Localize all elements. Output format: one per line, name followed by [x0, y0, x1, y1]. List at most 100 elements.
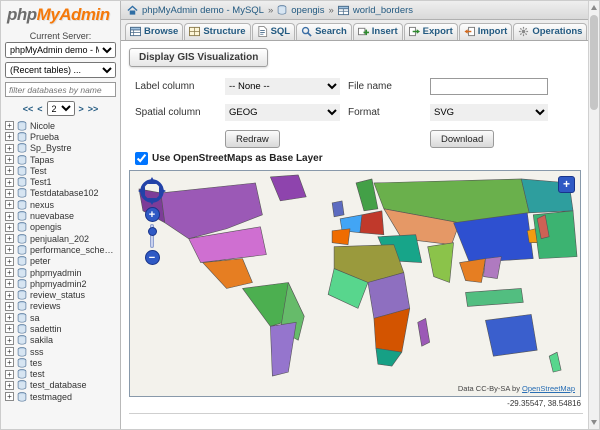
database-icon: [17, 324, 27, 334]
map-attribution: Data CC-By-SA by OpenStreetMap: [458, 384, 575, 393]
zoom-in-button[interactable]: +: [145, 207, 160, 222]
database-item[interactable]: + nuevabase: [5, 210, 116, 221]
database-item[interactable]: + Test: [5, 165, 116, 176]
expand-plus-icon[interactable]: +: [5, 313, 14, 322]
tab-operations[interactable]: Operations: [513, 23, 587, 40]
logo-text-myadmin: MyAdmin: [37, 5, 110, 24]
expand-plus-icon[interactable]: +: [5, 200, 14, 209]
database-item[interactable]: + Test1: [5, 176, 116, 187]
expand-plus-icon[interactable]: +: [5, 336, 14, 345]
database-item[interactable]: + peter: [5, 256, 116, 267]
tab-insert[interactable]: Insert: [353, 23, 403, 40]
osm-base-layer-checkbox[interactable]: [135, 152, 148, 165]
database-item[interactable]: + review_status: [5, 289, 116, 300]
database-item[interactable]: + reviews: [5, 301, 116, 312]
format-select[interactable]: SVG: [430, 104, 548, 121]
expand-plus-icon[interactable]: +: [5, 302, 14, 311]
database-item[interactable]: + opengis: [5, 222, 116, 233]
spatial-column-select[interactable]: GEOG: [225, 104, 340, 121]
page-next-link[interactable]: >: [79, 104, 84, 114]
spatial-column-label: Spatial column: [135, 107, 217, 118]
database-item[interactable]: + penjualan_202: [5, 233, 116, 244]
label-column-select[interactable]: -- None --: [225, 78, 340, 95]
database-item[interactable]: + sakila: [5, 335, 116, 346]
database-item[interactable]: + phpmyadmin2: [5, 278, 116, 289]
phpmyadmin-logo[interactable]: phpMyAdmin: [7, 5, 116, 25]
tab-sql[interactable]: SQL: [252, 23, 296, 40]
scroll-down-arrow[interactable]: [591, 420, 597, 425]
page-scrollbar[interactable]: [588, 1, 599, 429]
tab-import[interactable]: Import: [459, 23, 513, 40]
expand-plus-icon[interactable]: +: [5, 291, 14, 300]
expand-plus-icon[interactable]: +: [5, 358, 14, 367]
database-item[interactable]: + performance_schema: [5, 244, 116, 255]
tab-search[interactable]: Search: [296, 23, 352, 40]
page-first-link[interactable]: <<: [23, 104, 34, 114]
expand-plus-icon[interactable]: +: [5, 279, 14, 288]
expand-plus-icon[interactable]: +: [5, 257, 14, 266]
gis-map[interactable]: + − + Data CC-By-SA by OpenStreetMap: [129, 170, 581, 397]
expand-plus-icon[interactable]: +: [5, 166, 14, 175]
database-icon: [17, 290, 27, 300]
database-item[interactable]: + sss: [5, 346, 116, 357]
database-item[interactable]: + test_database: [5, 380, 116, 391]
server-select[interactable]: phpMyAdmin demo - My: [5, 42, 116, 58]
zoom-out-button[interactable]: −: [145, 250, 160, 265]
database-item[interactable]: + Testdatabase102: [5, 188, 116, 199]
expand-plus-icon[interactable]: +: [5, 347, 14, 356]
database-icon: [17, 347, 27, 357]
expand-plus-icon[interactable]: +: [5, 370, 14, 379]
database-icon: [17, 211, 27, 221]
database-name: test_database: [30, 380, 87, 390]
page-last-link[interactable]: >>: [88, 104, 99, 114]
expand-plus-icon[interactable]: +: [5, 155, 14, 164]
expand-plus-icon[interactable]: +: [5, 132, 14, 141]
expand-plus-icon[interactable]: +: [5, 189, 14, 198]
database-item[interactable]: + Sp_Bystre: [5, 143, 116, 154]
breadcrumb-server-link[interactable]: phpMyAdmin demo - MySQL: [142, 5, 264, 16]
database-item[interactable]: + phpmyadmin: [5, 267, 116, 278]
database-item[interactable]: + sa: [5, 312, 116, 323]
layer-switcher-button[interactable]: +: [558, 176, 575, 193]
openstreetmap-link[interactable]: OpenStreetMap: [522, 384, 575, 393]
expand-plus-icon[interactable]: +: [5, 144, 14, 153]
filter-databases-input[interactable]: [5, 82, 116, 97]
expand-plus-icon[interactable]: +: [5, 121, 14, 130]
tab-export[interactable]: Export: [404, 23, 458, 40]
database-item[interactable]: + testmaged: [5, 391, 116, 402]
tab-structure[interactable]: Structure: [184, 23, 250, 40]
expand-plus-icon[interactable]: +: [5, 381, 14, 390]
scroll-up-arrow[interactable]: [591, 5, 597, 10]
expand-plus-icon[interactable]: +: [5, 178, 14, 187]
expand-plus-icon[interactable]: +: [5, 223, 14, 232]
page-number-select[interactable]: 2: [47, 101, 75, 116]
database-item[interactable]: + nexus: [5, 199, 116, 210]
redraw-button[interactable]: Redraw: [225, 130, 280, 148]
button-row: Redraw Download: [135, 130, 588, 148]
database-item[interactable]: + Nicole: [5, 120, 116, 131]
pan-control[interactable]: [138, 177, 166, 205]
home-icon[interactable]: [127, 5, 138, 16]
zoom-slider[interactable]: [150, 224, 154, 248]
expand-plus-icon[interactable]: +: [5, 212, 14, 221]
breadcrumb-table-link[interactable]: world_borders: [353, 5, 413, 16]
expand-plus-icon[interactable]: +: [5, 245, 14, 254]
database-item[interactable]: + Prueba: [5, 131, 116, 142]
page-prev-link[interactable]: <: [37, 104, 42, 114]
expand-plus-icon[interactable]: +: [5, 234, 14, 243]
scrollbar-thumb[interactable]: [590, 15, 598, 110]
expand-plus-icon[interactable]: +: [5, 268, 14, 277]
database-item[interactable]: + test: [5, 369, 116, 380]
zoom-slider-handle[interactable]: [148, 227, 157, 236]
expand-plus-icon[interactable]: +: [5, 392, 14, 401]
expand-plus-icon[interactable]: +: [5, 324, 14, 333]
recent-tables-select[interactable]: (Recent tables) ...: [5, 62, 116, 78]
tab-browse[interactable]: Browse: [125, 23, 183, 40]
download-button[interactable]: Download: [430, 130, 494, 148]
file-name-input[interactable]: [430, 78, 548, 95]
database-item[interactable]: + tes: [5, 357, 116, 368]
database-item[interactable]: + sadettin: [5, 323, 116, 334]
breadcrumb-database-link[interactable]: opengis: [291, 5, 324, 16]
database-item[interactable]: + Tapas: [5, 154, 116, 165]
map-pan-zoom-controls: + −: [138, 177, 166, 265]
